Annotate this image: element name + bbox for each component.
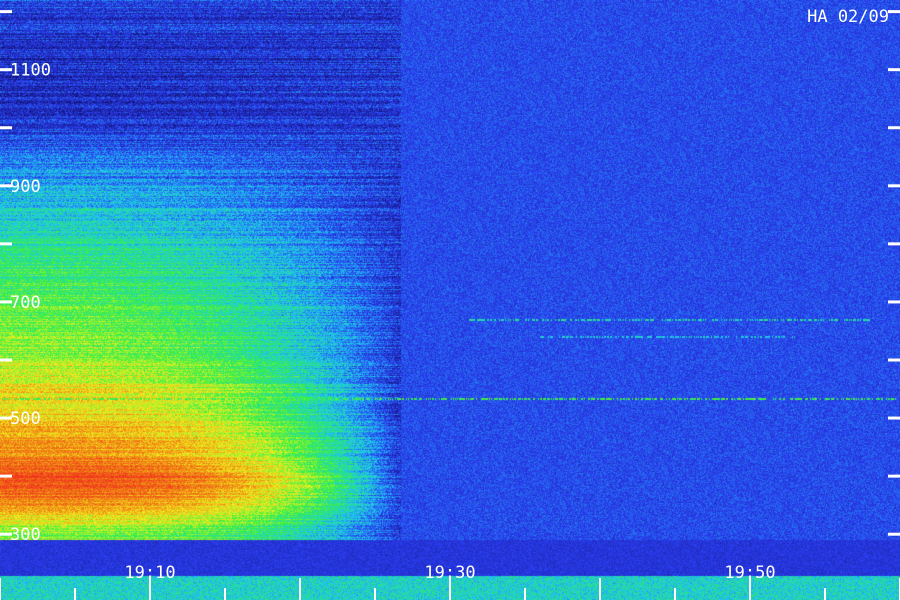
y-tick-label: 700	[10, 293, 41, 313]
chart-title: HA 02/09	[807, 7, 889, 27]
x-tick-label: 19:10	[124, 563, 175, 583]
y-tick-label: 1100	[10, 61, 51, 81]
spectrogram-chart: 1100 900 700 500 300 19:10 19:30 19:50 HA 02/09	[0, 0, 900, 600]
y-tick-label: 300	[10, 525, 41, 545]
spectrogram-image	[0, 0, 900, 600]
y-tick-label: 900	[10, 177, 41, 197]
x-tick-label: 19:30	[424, 563, 475, 583]
y-tick-label: 500	[10, 409, 41, 429]
spectrogram-panel: 1100 900 700 500 300 19:10 19:30 19:50 HA 02/09	[0, 0, 900, 600]
x-tick-label: 19:50	[724, 563, 775, 583]
